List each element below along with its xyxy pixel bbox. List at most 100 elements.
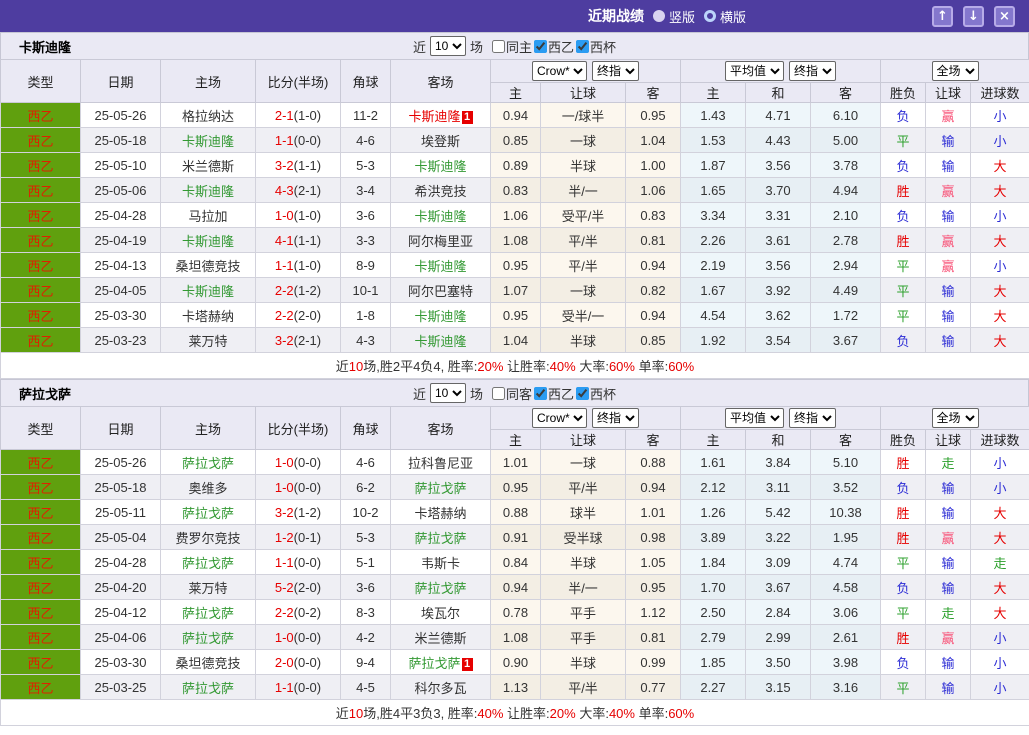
match-count-select[interactable]: 10 (429, 36, 466, 56)
result-goals: 小 (970, 674, 1029, 700)
home-team-link[interactable]: 卡塔赫纳 (182, 309, 234, 324)
asian-time-select[interactable]: 终指 (592, 408, 639, 428)
col-corner: 角球 (340, 406, 391, 450)
match-row: 西乙 25-03-23 莱万特 3-2(2-1) 4-3 卡斯迪隆 1.04 半球 0.85 1.… (0, 327, 1029, 353)
home-team-link[interactable]: 萨拉戈萨 (182, 556, 234, 571)
away-team-link[interactable]: 卡斯迪隆 (414, 159, 466, 174)
league-type-cell: 西乙 (0, 449, 81, 475)
away-team-link[interactable]: 希洪竞技 (414, 184, 466, 199)
league-checkbox-input[interactable] (534, 39, 547, 53)
euro-away-odds: 3.52 (809, 474, 882, 500)
asian-source-select[interactable]: Crow* (532, 408, 587, 428)
away-team-link[interactable]: 埃登斯 (421, 134, 460, 149)
home-team-link[interactable]: 莱万特 (188, 581, 227, 596)
result-handicap: 输 (925, 277, 972, 303)
asian-away-odds: 0.94 (625, 474, 681, 500)
match-count-select[interactable]: 10 (429, 383, 466, 403)
league-checkbox[interactable]: 西乙 (532, 384, 574, 403)
home-team-link[interactable]: 萨拉戈萨 (182, 506, 234, 521)
asian-handicap: 受半/一 (540, 302, 626, 328)
away-team-link[interactable]: 阿尔巴塞特 (408, 284, 473, 299)
home-team-link[interactable]: 萨拉戈萨 (182, 631, 234, 646)
result-wdl: 胜 (880, 524, 927, 550)
home-team-link[interactable]: 桑坦德竞技 (175, 656, 240, 671)
euro-time-select[interactable]: 终指 (789, 408, 836, 428)
corner-cell: 3-3 (340, 227, 391, 253)
asian-time-select[interactable]: 终指 (592, 61, 639, 81)
home-team-cell: 卡斯迪隆 (160, 277, 256, 303)
summary-text: 让胜率: (503, 359, 550, 374)
away-team-link[interactable]: 萨拉戈萨 (408, 656, 460, 671)
home-team-link[interactable]: 奥维多 (188, 481, 227, 496)
euro-home-odds: 1.65 (680, 177, 746, 203)
same-home-checkbox-input[interactable] (491, 39, 505, 53)
away-team-link[interactable]: 萨拉戈萨 (414, 531, 466, 546)
league-checkbox-input[interactable] (534, 386, 547, 400)
away-team-link[interactable]: 阿尔梅里亚 (408, 234, 473, 249)
euro-home-odds: 1.43 (680, 102, 746, 128)
asian-handicap: 半球 (540, 549, 626, 575)
home-team-link[interactable]: 卡斯迪隆 (182, 134, 234, 149)
scope-select[interactable]: 全场 (931, 408, 979, 428)
away-team-cell: 埃瓦尔 (390, 599, 491, 625)
away-team-link[interactable]: 萨拉戈萨 (414, 481, 466, 496)
away-team-link[interactable]: 韦斯卡 (421, 556, 460, 571)
move-up-button[interactable]: ↑ (932, 5, 953, 27)
cup-checkbox[interactable]: 西杯 (574, 37, 616, 56)
result-wdl: 胜 (880, 449, 927, 475)
away-team-link[interactable]: 埃瓦尔 (421, 606, 460, 621)
away-team-link[interactable]: 科尔多瓦 (414, 681, 466, 696)
home-team-link[interactable]: 马拉加 (188, 209, 227, 224)
asian-handicap: 平/半 (540, 227, 626, 253)
halftime-score: (0-0) (293, 454, 322, 470)
result-wdl: 胜 (880, 499, 927, 525)
layout-radio-vertical[interactable]: 竖版 (653, 7, 695, 26)
match-row: 西乙 25-05-04 费罗尔竞技 1-2(0-1) 5-3 萨拉戈萨 0.91 受半球 0.9… (0, 524, 1029, 550)
league-type-cell: 西乙 (0, 252, 81, 278)
away-team-link[interactable]: 卡斯迪隆 (414, 209, 466, 224)
same-away-checkbox[interactable]: 同客 (490, 384, 532, 403)
cup-checkbox-input[interactable] (576, 386, 590, 400)
home-team-link[interactable]: 萨拉戈萨 (182, 456, 234, 471)
home-team-link[interactable]: 卡斯迪隆 (182, 234, 234, 249)
same-home-checkbox[interactable]: 同主 (490, 37, 532, 56)
match-row: 西乙 25-05-18 奥维多 1-0(0-0) 6-2 萨拉戈萨 0.95 平/半 0.94 2… (0, 474, 1029, 500)
home-team-link[interactable]: 费罗尔竞技 (175, 531, 240, 546)
fulltime-score: 3-2 (274, 332, 294, 348)
away-team-link[interactable]: 拉科鲁尼亚 (408, 456, 473, 471)
date-cell: 25-05-11 (80, 499, 161, 525)
home-team-link[interactable]: 卡斯迪隆 (182, 184, 234, 199)
same-away-checkbox-input[interactable] (491, 386, 505, 400)
summary-text: 60% (608, 359, 635, 374)
away-team-link[interactable]: 卡斯迪隆 (408, 109, 460, 124)
away-team-link[interactable]: 卡斯迪隆 (414, 309, 466, 324)
result-handicap: 赢 (925, 227, 972, 253)
cup-checkbox-input[interactable] (576, 39, 590, 53)
layout-radio-horizontal[interactable]: 横版 (704, 7, 746, 26)
asian-source-select[interactable]: Crow* (532, 61, 587, 81)
home-team-link[interactable]: 米兰德斯 (182, 159, 234, 174)
away-team-link[interactable]: 萨拉戈萨 (414, 581, 466, 596)
home-team-link[interactable]: 桑坦德竞技 (175, 259, 240, 274)
euro-source-select[interactable]: 平均值 (725, 408, 784, 428)
away-team-link[interactable]: 米兰德斯 (414, 631, 466, 646)
euro-source-select[interactable]: 平均值 (725, 61, 784, 81)
move-down-button[interactable]: ↓ (963, 5, 984, 27)
radio-dot-icon[interactable] (653, 10, 665, 22)
away-team-link[interactable]: 卡斯迪隆 (414, 334, 466, 349)
home-team-link[interactable]: 萨拉戈萨 (182, 606, 234, 621)
home-team-link[interactable]: 萨拉戈萨 (182, 681, 234, 696)
cup-checkbox[interactable]: 西杯 (574, 384, 616, 403)
home-team-link[interactable]: 莱万特 (188, 334, 227, 349)
close-button[interactable]: × (994, 5, 1015, 27)
euro-time-select[interactable]: 终指 (789, 61, 836, 81)
league-checkbox[interactable]: 西乙 (532, 37, 574, 56)
radio-dot-icon[interactable] (704, 10, 717, 22)
home-team-link[interactable]: 卡斯迪隆 (182, 284, 234, 299)
league-type-cell: 西乙 (0, 302, 81, 328)
away-team-link[interactable]: 卡塔赫纳 (414, 506, 466, 521)
scope-select[interactable]: 全场 (931, 61, 979, 81)
home-team-link[interactable]: 格拉纳达 (182, 109, 234, 124)
fulltime-score: 2-2 (274, 307, 294, 323)
away-team-link[interactable]: 卡斯迪隆 (414, 259, 466, 274)
